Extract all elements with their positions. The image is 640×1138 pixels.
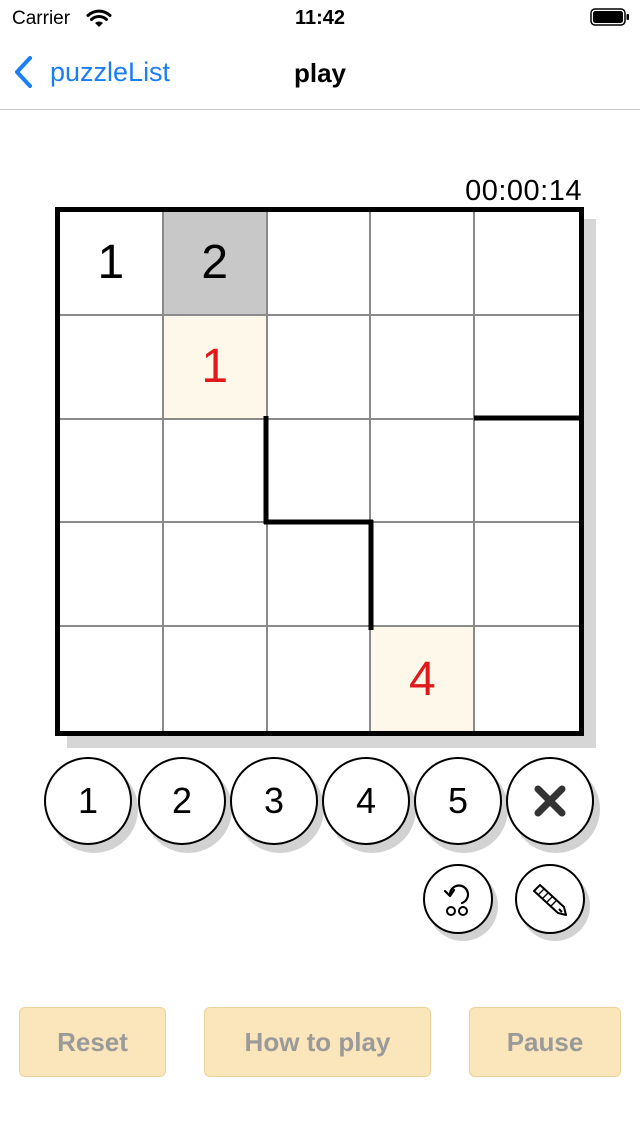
board-cell[interactable] xyxy=(268,627,372,731)
board-cell[interactable] xyxy=(60,627,164,731)
number-button-1[interactable]: 1 xyxy=(44,757,138,853)
board-cell[interactable] xyxy=(163,523,268,628)
board-cell[interactable] xyxy=(163,419,268,524)
puzzle-board: 121 4 xyxy=(55,207,584,736)
status-time: 11:42 xyxy=(294,7,346,29)
board-cell[interactable] xyxy=(267,523,372,628)
board-cell[interactable] xyxy=(60,315,164,420)
board-cell[interactable] xyxy=(475,420,579,524)
board-cell[interactable] xyxy=(475,212,579,316)
chevron-left-icon xyxy=(15,56,32,88)
navigation-bar: puzzleList play xyxy=(0,38,640,110)
board-cell[interactable] xyxy=(267,315,372,420)
board-cell[interactable] xyxy=(475,316,579,420)
number-button-2[interactable]: 2 xyxy=(138,757,232,853)
board-cell[interactable] xyxy=(475,523,579,628)
board-cell[interactable]: 1 xyxy=(60,212,164,316)
number-button-5[interactable]: 5 xyxy=(414,757,508,853)
number-pad: 1 2 3 4 5 xyxy=(44,757,604,857)
pencil-button[interactable] xyxy=(515,864,590,941)
reset-button[interactable]: Reset xyxy=(19,1007,166,1077)
how-to-play-button[interactable]: How to play xyxy=(204,1007,431,1077)
board-cell[interactable]: 4 xyxy=(371,627,476,731)
board-cell[interactable] xyxy=(267,212,372,316)
back-button[interactable]: puzzleList xyxy=(12,52,170,92)
number-button-3[interactable]: 3 xyxy=(230,757,324,853)
timer: 00:00:14 xyxy=(465,175,582,207)
back-label: puzzleList xyxy=(50,56,171,87)
close-icon xyxy=(534,785,566,817)
board-cell[interactable] xyxy=(371,212,476,316)
board-cell[interactable] xyxy=(60,523,164,628)
board-cell[interactable]: 1 xyxy=(163,315,268,420)
status-bar: Carrier 11:42 xyxy=(0,0,640,38)
board-cell[interactable] xyxy=(475,627,579,731)
board-cell[interactable] xyxy=(164,627,268,731)
pencil-icon xyxy=(533,884,567,916)
board-cell[interactable] xyxy=(371,419,476,524)
clear-button[interactable] xyxy=(506,757,600,853)
board-cell[interactable]: 2 xyxy=(163,212,268,316)
board-cell[interactable] xyxy=(60,419,164,524)
board-cell[interactable] xyxy=(371,315,476,420)
undo-icon xyxy=(443,884,470,916)
undo-button[interactable] xyxy=(423,864,498,941)
puzzle-board-container: 121 4 xyxy=(55,207,596,748)
pause-button[interactable]: Pause xyxy=(469,1007,621,1077)
number-button-4[interactable]: 4 xyxy=(322,757,416,853)
board-cell[interactable] xyxy=(267,419,372,524)
board-cell[interactable] xyxy=(371,523,476,628)
battery-icon xyxy=(590,8,629,26)
